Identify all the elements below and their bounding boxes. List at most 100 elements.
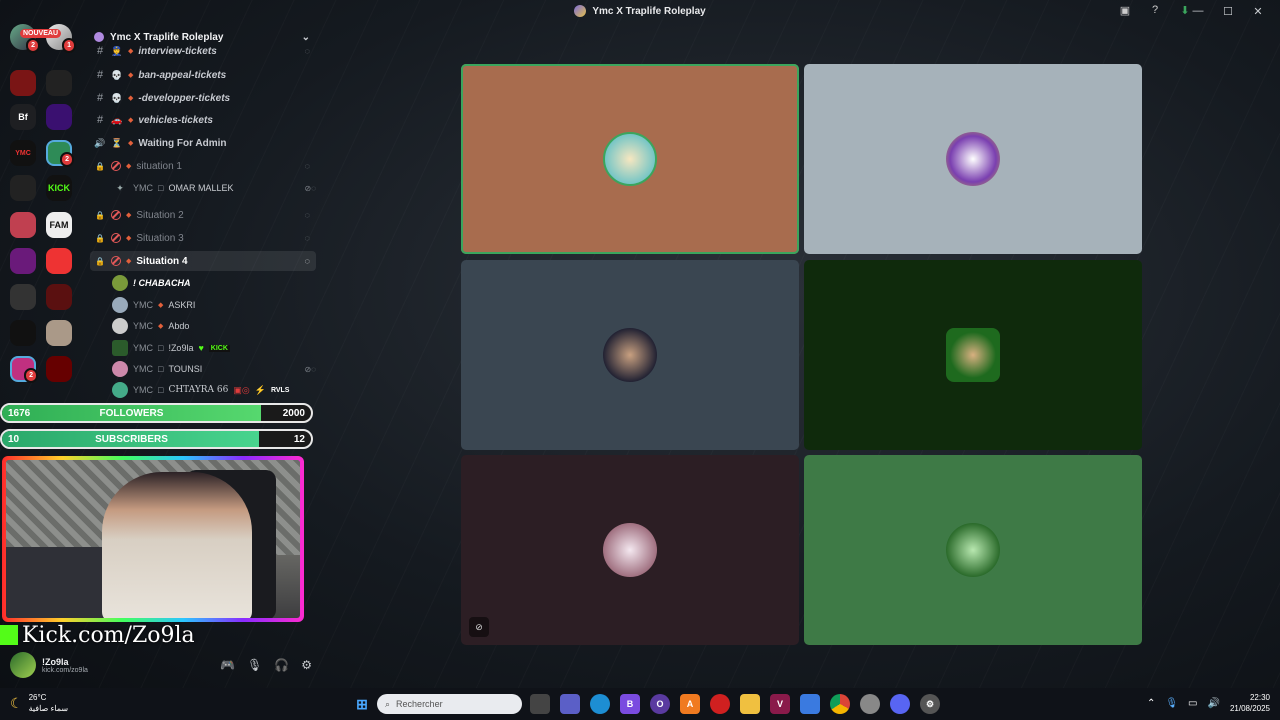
- server-icon-mask[interactable]: [46, 356, 72, 382]
- server-icon-neon[interactable]: 2: [10, 356, 38, 383]
- app-red-icon[interactable]: [710, 694, 730, 714]
- participant-avatar: [603, 132, 657, 186]
- participant-tile[interactable]: ⊘: [461, 455, 799, 645]
- followers-goal: 2000: [282, 407, 305, 419]
- chevron-up-icon[interactable]: ⌃: [1147, 698, 1155, 709]
- app-o-icon[interactable]: O: [650, 694, 670, 714]
- server-icon-ymc[interactable]: YMC: [10, 140, 36, 166]
- hidden-icon: ◌: [304, 46, 310, 56]
- system-tray: ⌃ 🎙 ▭ 🔊 22:30 21/08/2025: [1147, 692, 1270, 714]
- server-icon-bf[interactable]: Bf: [10, 104, 36, 130]
- server-icon-pink[interactable]: [10, 212, 36, 238]
- app-b-icon[interactable]: B: [620, 694, 640, 714]
- minimize-button[interactable]: —: [1192, 5, 1204, 17]
- user-status: kick.com/zo9la: [42, 666, 88, 674]
- participant-tile[interactable]: [804, 64, 1142, 254]
- server-icon: [94, 32, 104, 42]
- channel-interview-tickets[interactable]: # 👮 ◆ interview-tickets ◌: [90, 44, 316, 58]
- server-icon-wolf[interactable]: [10, 175, 36, 201]
- microphone-icon[interactable]: 🎙: [247, 658, 262, 672]
- no-entry-icon: [111, 256, 121, 266]
- file-explorer-icon[interactable]: [740, 694, 760, 714]
- server-icon-kick[interactable]: KICK: [46, 175, 72, 201]
- participant-tile[interactable]: [804, 455, 1142, 645]
- no-entry-icon: [111, 161, 121, 171]
- subscribers-goal: 12: [293, 433, 305, 445]
- download-icon[interactable]: ⬇: [1178, 3, 1192, 17]
- voice-user[interactable]: YMC □ CHTAYRA 66 ▣◎ ⚡ RVLS: [112, 380, 316, 400]
- server-icon-d[interactable]: [46, 248, 72, 274]
- chevron-down-icon[interactable]: ⌄: [302, 32, 310, 43]
- muted-deafened-icon: ⊘◌: [304, 364, 316, 374]
- server-icon-cat[interactable]: [46, 320, 72, 346]
- user-name: !Zo9la: [42, 656, 69, 667]
- inbox-icon[interactable]: ▣: [1118, 3, 1132, 17]
- participant-tile[interactable]: [461, 64, 799, 254]
- moon-icon: ☾: [10, 694, 23, 711]
- channel-list: Ymc X Traplife Roleplay ⌄ # 👮 ◆ interview-t…: [84, 22, 320, 402]
- mic-tray-icon[interactable]: 🎙: [1165, 698, 1178, 709]
- participant-tile[interactable]: [804, 260, 1142, 450]
- voice-user[interactable]: YMC ◆ ASKRI: [112, 295, 316, 315]
- voice-user[interactable]: ! CHABACHA: [112, 273, 316, 293]
- gamepad-icon[interactable]: 🎮: [220, 658, 235, 672]
- server-icon-traplife[interactable]: 2: [46, 140, 74, 167]
- server-name: Ymc X Traplife Roleplay: [110, 31, 224, 43]
- discord-icon[interactable]: [890, 694, 910, 714]
- voice-user[interactable]: ✦ YMC □ OMAR MALLEK ⊘◌: [112, 178, 316, 198]
- no-entry-icon: [111, 233, 121, 243]
- channel-situation-1[interactable]: 🔒 ◆ situation 1 ◌: [90, 156, 316, 176]
- new-badge: NOUVEAU: [20, 29, 62, 38]
- kick-logo-icon: [0, 625, 18, 645]
- participant-avatar: [946, 328, 1000, 382]
- app-v-icon[interactable]: V: [770, 694, 790, 714]
- windows-taskbar: ☾ 26°C سماء صافية ⊞ ⌕ Rechercher B O A V …: [0, 688, 1280, 720]
- hidden-icon: ◌: [304, 256, 310, 266]
- app-gray-icon[interactable]: [860, 694, 880, 714]
- participant-tile[interactable]: [461, 260, 799, 450]
- network-icon[interactable]: ▭: [1188, 698, 1197, 709]
- channel-situation-4[interactable]: 🔒 ◆ Situation 4 ◌: [90, 251, 316, 271]
- help-icon[interactable]: ?: [1148, 3, 1162, 17]
- avatar[interactable]: [10, 652, 36, 678]
- edge-icon[interactable]: [590, 694, 610, 714]
- server-icon-character[interactable]: [46, 70, 72, 96]
- voice-user[interactable]: YMC □ !Zo9la ♥ KICK: [112, 338, 316, 358]
- hidden-icon: ◌: [304, 161, 310, 171]
- chrome-icon[interactable]: [830, 694, 850, 714]
- voice-user[interactable]: YMC ◆ Abdo: [112, 316, 316, 336]
- participant-avatar: [603, 523, 657, 577]
- server-icon-fam[interactable]: FAM: [46, 212, 72, 238]
- server-icon-dog[interactable]: [10, 284, 36, 310]
- volume-icon[interactable]: 🔊: [1208, 698, 1220, 709]
- channel-developper-tickets[interactable]: # 💀 ◆ -developper-tickets: [90, 88, 316, 108]
- store-icon[interactable]: [800, 694, 820, 714]
- clock[interactable]: 22:30 21/08/2025: [1230, 692, 1270, 714]
- settings-gear-icon[interactable]: ⚙: [301, 658, 312, 672]
- channel-situation-3[interactable]: 🔒 ◆ Situation 3 ◌: [90, 228, 316, 248]
- channel-ban-appeal-tickets[interactable]: # 💀 ◆ ban-appeal-tickets: [90, 65, 316, 85]
- channel-waiting-for-admin[interactable]: 🔊 ⏳ ◆ Waiting For Admin: [90, 133, 316, 153]
- channel-situation-2[interactable]: 🔒 ◆ Situation 2 ◌: [90, 205, 316, 225]
- taskbar-search[interactable]: ⌕ Rechercher: [377, 694, 522, 714]
- task-view-icon[interactable]: [530, 694, 550, 714]
- close-button[interactable]: ✕: [1252, 5, 1264, 18]
- headphones-icon[interactable]: 🎧: [274, 658, 289, 672]
- weather-widget[interactable]: ☾ 26°C سماء صافية: [10, 692, 68, 714]
- voice-user[interactable]: YMC □ TOUNSI ⊘◌: [112, 359, 316, 379]
- server-icon-westrp[interactable]: [46, 284, 72, 310]
- server-icon-extra[interactable]: [10, 248, 36, 274]
- start-button[interactable]: ⊞: [352, 694, 372, 714]
- channel-vehicles-tickets[interactable]: # 🚗 ◆ vehicles-tickets: [90, 110, 316, 130]
- app-a-icon[interactable]: A: [680, 694, 700, 714]
- settings-icon[interactable]: ⚙: [920, 694, 940, 714]
- maximize-button[interactable]: ☐: [1222, 5, 1234, 18]
- stream-off-icon[interactable]: ⊘: [469, 617, 489, 637]
- server-icon-s[interactable]: [10, 320, 36, 346]
- server-icon-dgs[interactable]: [46, 104, 72, 130]
- teams-icon[interactable]: [560, 694, 580, 714]
- server-icon-red[interactable]: [10, 70, 36, 96]
- muted-deafened-icon: ⊘◌: [304, 183, 316, 193]
- followers-label: FOLLOWERS: [99, 407, 164, 419]
- participant-avatar: [946, 523, 1000, 577]
